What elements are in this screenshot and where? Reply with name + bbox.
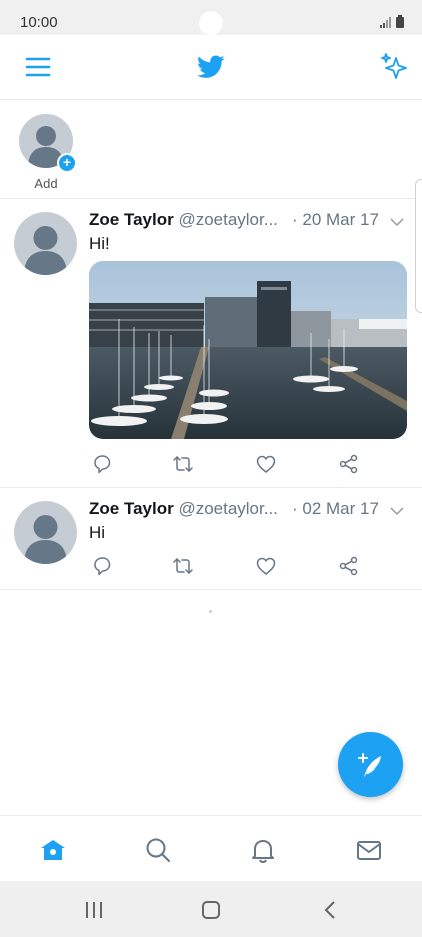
chevron-down-icon[interactable]: [390, 503, 404, 521]
tweet[interactable]: Zoe Taylor @zoetaylor... · 20 Mar 17 Hi!: [0, 199, 422, 488]
retweet-icon[interactable]: [172, 555, 194, 577]
hamburger-icon[interactable]: [22, 51, 54, 83]
tweet-text: Hi: [89, 523, 106, 542]
bottom-nav: [0, 815, 422, 882]
tweet-date: · 02 Mar 17: [292, 499, 379, 518]
tweet-actions: [89, 555, 369, 577]
author-handle: @zoetaylor...: [178, 499, 278, 518]
home-icon[interactable]: [39, 836, 67, 864]
plus-icon[interactable]: +: [57, 153, 77, 173]
front-camera: [199, 11, 223, 35]
recent-apps-icon[interactable]: [84, 900, 104, 920]
like-icon[interactable]: [255, 555, 277, 577]
tweet[interactable]: Zoe Taylor @zoetaylor... · 02 Mar 17 Hi: [0, 488, 422, 590]
retweet-icon[interactable]: [172, 453, 194, 475]
tweet-author: Zoe Taylor @zoetaylor...: [89, 499, 278, 519]
search-icon[interactable]: [144, 836, 172, 864]
compose-tweet-button[interactable]: [338, 732, 403, 797]
tweet-date: · 20 Mar 17: [292, 210, 379, 229]
loading-indicator: [209, 610, 212, 613]
chevron-down-icon[interactable]: [390, 214, 404, 232]
like-icon[interactable]: [255, 453, 277, 475]
home-button-icon[interactable]: [201, 900, 221, 920]
reply-icon[interactable]: [91, 555, 113, 577]
share-icon[interactable]: [338, 453, 360, 475]
author-name[interactable]: Zoe Taylor: [89, 499, 174, 518]
author-name[interactable]: Zoe Taylor: [89, 210, 174, 229]
add-fleet-label: Add: [34, 176, 58, 191]
messages-icon[interactable]: [355, 836, 383, 864]
tweet-text: Hi!: [89, 234, 110, 253]
status-time: 10:00: [20, 14, 58, 31]
twitter-bird-icon: [195, 51, 227, 83]
share-icon[interactable]: [338, 555, 360, 577]
signal-icon: [380, 17, 391, 28]
sparkle-icon[interactable]: [378, 51, 410, 83]
author-handle: @zoetaylor...: [178, 210, 278, 229]
feather-plus-icon: [357, 752, 381, 778]
back-icon[interactable]: [321, 900, 341, 920]
notifications-icon[interactable]: [249, 836, 277, 864]
battery-icon: [396, 15, 404, 28]
top-app-bar: [0, 35, 422, 100]
reply-icon[interactable]: [91, 453, 113, 475]
tweet-author: Zoe Taylor @zoetaylor...: [89, 210, 278, 230]
avatar[interactable]: [14, 501, 77, 564]
system-nav-bar: [0, 881, 422, 937]
status-bar: 10:00: [0, 0, 422, 35]
tweet-photo[interactable]: [89, 261, 407, 439]
status-icons: [380, 15, 404, 28]
tweet-actions: [89, 453, 369, 475]
fleets-row: + Add: [0, 100, 422, 199]
avatar[interactable]: [14, 212, 77, 275]
